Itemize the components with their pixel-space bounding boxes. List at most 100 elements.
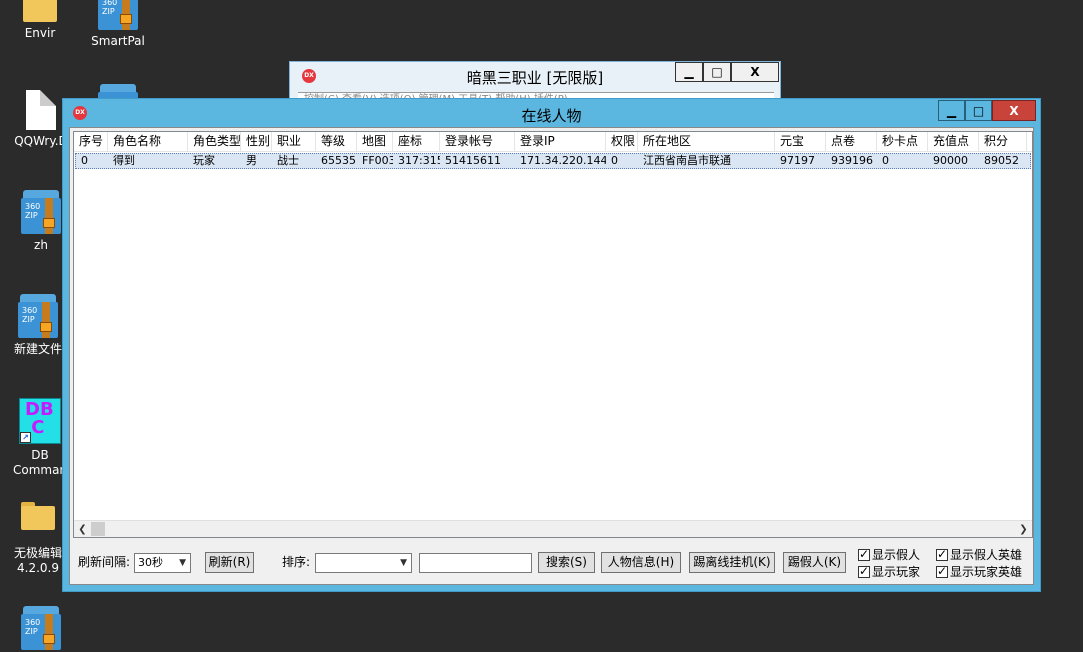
table-cell: 男	[246, 154, 257, 167]
checkbox-checked-icon	[858, 564, 870, 578]
show-player-checkbox[interactable]: 显示玩家	[858, 564, 920, 580]
refresh-interval-value: 30秒	[138, 556, 163, 569]
window-client-area: 序号 角色名称 角色类型 性别 职业 等级 地图 座标 登录帐号 登录IP 权限 所在地区 元宝 点卷 秒卡…	[69, 127, 1034, 585]
show-fake-hero-checkbox[interactable]: 显示假人英雄	[936, 547, 1022, 563]
list-body: 0 得到 玩家 男 战士 65535 FF003 317:315 51415611 171.34.…	[74, 153, 1032, 169]
minimize-button[interactable]: ▁	[675, 62, 703, 82]
sort-select[interactable]: ▼	[315, 553, 412, 573]
table-cell: 江西省南昌市联通	[643, 154, 731, 167]
checkbox-label: 显示玩家	[872, 565, 921, 579]
kick-offline-button[interactable]: 踢离线挂机(K)	[689, 552, 775, 573]
checkbox-checked-icon	[936, 564, 948, 578]
table-cell: 90000	[933, 154, 968, 167]
show-player-hero-checkbox[interactable]: 显示玩家英雄	[936, 564, 1022, 580]
column-header[interactable]: 地图	[357, 132, 393, 151]
table-cell: 51415611	[445, 154, 501, 167]
kick-fake-player-button[interactable]: 踢假人(K)	[783, 552, 846, 573]
scroll-track[interactable]	[105, 521, 1015, 537]
column-header[interactable]: 角色类型	[188, 132, 241, 151]
minimize-icon: ▁	[946, 103, 957, 118]
scroll-right-button[interactable]: ❯	[1015, 521, 1032, 537]
table-cell: 0	[81, 154, 88, 167]
sort-label: 排序:	[282, 555, 311, 569]
online-characters-window[interactable]: DX 在线人物 ▁ □ X 序号 角色名称 角色类型 性别 职业 等级 地图 座标 登录帐号 登录…	[62, 98, 1041, 592]
checkbox-checked-icon	[936, 547, 948, 561]
horizontal-scrollbar[interactable]: ❮ ❯	[74, 520, 1032, 537]
scroll-left-button[interactable]: ❮	[74, 521, 91, 537]
refresh-interval-label: 刷新间隔:	[78, 555, 131, 569]
checkbox-label: 显示假人英雄	[950, 548, 1023, 562]
desktop-icon-hidden-zip[interactable]	[82, 84, 154, 98]
table-cell: 89052	[984, 154, 1019, 167]
column-header[interactable]: 等级	[316, 132, 357, 151]
document-icon	[26, 90, 56, 130]
column-header[interactable]: 所在地区	[638, 132, 775, 151]
close-button[interactable]: X	[731, 62, 779, 82]
table-cell: 65535	[321, 154, 356, 167]
column-header[interactable]: 座标	[393, 132, 440, 151]
maximize-icon: □	[711, 65, 723, 79]
scroll-thumb[interactable]	[91, 522, 105, 536]
refresh-interval-select[interactable]: 30秒 ▼	[134, 553, 191, 573]
title-bar[interactable]: DX 暗黑三职业 [无限版] ▁ □ X	[290, 62, 780, 90]
column-header[interactable]: 性别	[241, 132, 272, 151]
desktop-icon-envir[interactable]: Envir	[4, 0, 76, 41]
zip-archive-icon: 360 ZIP	[21, 190, 61, 234]
maximize-button[interactable]: □	[703, 62, 731, 82]
table-cell: 97197	[780, 154, 815, 167]
zip-archive-icon: 360 ZIP	[98, 0, 138, 30]
column-header[interactable]: 元宝	[775, 132, 826, 151]
table-cell: 0	[882, 154, 889, 167]
close-button[interactable]: X	[992, 100, 1036, 121]
search-input[interactable]	[419, 553, 532, 573]
table-cell: 玩家	[193, 154, 215, 167]
column-header[interactable]: 登录帐号	[440, 132, 515, 151]
desktop-icon-zip-bottom[interactable]: 360 ZIP	[5, 606, 77, 650]
column-header[interactable]: 充值点	[928, 132, 979, 151]
table-cell: 317:315	[398, 154, 440, 167]
column-header[interactable]: 职业	[272, 132, 316, 151]
db-commander-icon: DB C ↗	[19, 398, 61, 444]
desktop-icon-label: Envir	[24, 26, 56, 40]
column-header[interactable]: 秒卡点	[877, 132, 928, 151]
table-row[interactable]: 0 得到 玩家 男 战士 65535 FF003 317:315 51415611 171.34.…	[75, 153, 1031, 169]
title-bar[interactable]: DX 在线人物 ▁ □ X	[63, 99, 1040, 127]
table-cell: FF003	[362, 154, 393, 167]
column-header[interactable]: 点卷	[826, 132, 877, 151]
column-header[interactable]: 登录IP	[515, 132, 606, 151]
desktop-icon-smartpal[interactable]: 360 ZIP SmartPal	[82, 0, 154, 49]
chevron-down-icon: ▼	[179, 558, 186, 568]
zip-archive-icon	[98, 84, 138, 98]
list-header: 序号 角色名称 角色类型 性别 职业 等级 地图 座标 登录帐号 登录IP 权限 所在地区 元宝 点卷 秒卡…	[74, 132, 1032, 152]
desktop-icon-label: SmartPal	[91, 34, 145, 48]
maximize-button[interactable]: □	[965, 100, 992, 121]
column-header[interactable]: 积分	[979, 132, 1027, 151]
close-icon: X	[750, 65, 760, 79]
table-cell: 939196	[831, 154, 873, 167]
table-cell: 0	[611, 154, 618, 167]
show-fake-checkbox[interactable]: 显示假人	[858, 547, 920, 563]
refresh-button[interactable]: 刷新(R)	[205, 552, 254, 573]
search-button[interactable]: 搜索(S)	[538, 552, 595, 573]
table-cell: 战士	[277, 154, 299, 167]
minimize-button[interactable]: ▁	[938, 100, 965, 121]
online-characters-list[interactable]: 序号 角色名称 角色类型 性别 职业 等级 地图 座标 登录帐号 登录IP 权限 所在地区 元宝 点卷 秒卡…	[73, 131, 1033, 538]
zip-archive-icon: 360 ZIP	[21, 606, 61, 650]
chevron-left-icon: ❮	[78, 523, 87, 535]
zip-archive-icon: 360 ZIP	[18, 294, 58, 338]
folder-icon	[23, 0, 57, 22]
minimize-icon: ▁	[684, 65, 694, 79]
table-cell: 171.34.220.144	[520, 154, 606, 167]
maximize-icon: □	[972, 103, 985, 118]
column-header[interactable]: 角色名称	[108, 132, 188, 151]
checkbox-label: 显示假人	[872, 548, 921, 562]
close-icon: X	[1009, 103, 1019, 118]
chevron-down-icon: ▼	[400, 558, 407, 568]
chevron-right-icon: ❯	[1019, 523, 1028, 535]
column-header[interactable]: 序号	[74, 132, 108, 151]
table-cell: 得到	[113, 154, 135, 167]
checkbox-label: 显示玩家英雄	[950, 565, 1023, 579]
character-info-button[interactable]: 人物信息(H)	[601, 552, 681, 573]
column-header[interactable]: 权限	[606, 132, 638, 151]
checkbox-checked-icon	[858, 547, 870, 561]
